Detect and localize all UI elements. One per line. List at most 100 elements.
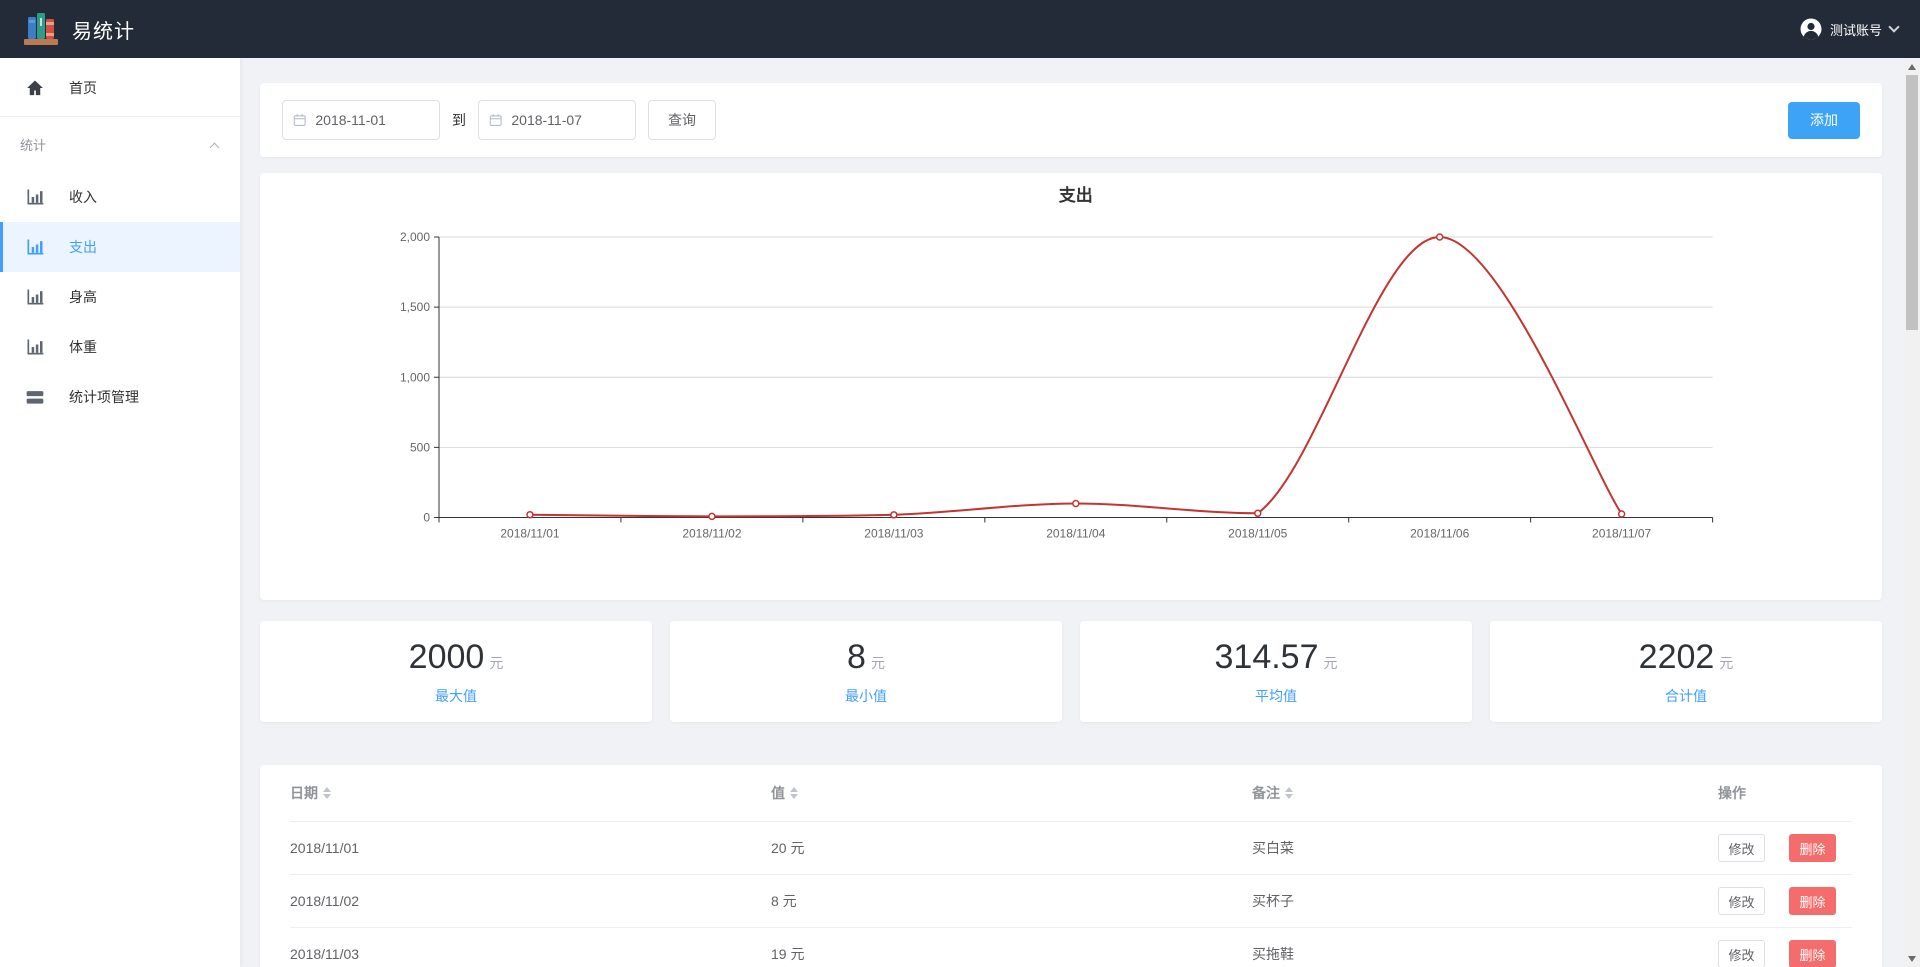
scroll-up-button[interactable] <box>1904 58 1920 75</box>
stat-value: 8 <box>847 638 866 676</box>
edit-button[interactable]: 修改 <box>1718 940 1765 967</box>
edit-button[interactable]: 修改 <box>1718 834 1765 862</box>
bar-chart-icon <box>25 337 45 357</box>
stat-label: 合计值 <box>1665 686 1707 706</box>
x-tick-label: 2018/11/02 <box>682 527 741 541</box>
sidebar-item-weight[interactable]: 体重 <box>0 322 240 372</box>
avatar-icon <box>1800 18 1822 40</box>
data-point <box>1073 500 1079 506</box>
calendar-icon <box>293 112 306 128</box>
calendar-icon <box>489 112 502 128</box>
user-name: 测试账号 <box>1830 20 1882 39</box>
stat-label: 最小值 <box>845 686 887 706</box>
x-tick-label: 2018/11/01 <box>500 527 559 541</box>
stat-card-total: 2202元 合计值 <box>1490 621 1882 722</box>
table-header-row: 日期 值 备注 操作 <box>290 765 1852 822</box>
col-header-actions: 操作 <box>1718 783 1852 803</box>
chart-card: 支出 0 500 1,000 1,500 2,000 2018/11/01 2018/11/0… <box>260 173 1882 600</box>
query-button[interactable]: 查询 <box>648 100 716 140</box>
sidebar: 首页 统计 收入 支出 身高 <box>0 58 240 967</box>
edit-button[interactable]: 修改 <box>1718 887 1765 915</box>
sidebar-item-height[interactable]: 身高 <box>0 272 240 322</box>
sidebar-item-label: 支出 <box>69 237 97 257</box>
x-tick-label: 2018/11/05 <box>1228 527 1287 541</box>
cell-value: 8 元 <box>771 891 1252 911</box>
sidebar-item-label: 身高 <box>69 287 97 307</box>
cell-note: 买拖鞋 <box>1252 944 1718 964</box>
stats-row: 2000元 最大值 8元 最小值 314.57元 平均值 2202元 合计值 <box>260 621 1882 722</box>
app-title: 易统计 <box>72 15 135 44</box>
stat-value: 2000 <box>409 638 485 676</box>
col-header-note[interactable]: 备注 <box>1252 783 1718 803</box>
data-point <box>527 512 533 518</box>
data-point <box>891 512 897 518</box>
stat-unit: 元 <box>871 655 885 671</box>
stat-card-min: 8元 最小值 <box>670 621 1062 722</box>
chevron-down-icon <box>1888 21 1899 32</box>
cell-date: 2018/11/02 <box>290 893 771 909</box>
toolbar: 到 查询 添加 <box>260 83 1882 157</box>
stat-unit: 元 <box>489 655 503 671</box>
delete-button[interactable]: 删除 <box>1789 887 1836 915</box>
sidebar-item-label: 收入 <box>69 187 97 207</box>
user-menu[interactable]: 测试账号 <box>1800 18 1898 40</box>
y-tick-label: 2,000 <box>400 230 430 244</box>
col-header-value[interactable]: 值 <box>771 783 1252 803</box>
date-to-field[interactable] <box>478 100 636 140</box>
delete-button[interactable]: 删除 <box>1789 834 1836 862</box>
stat-label: 平均值 <box>1255 686 1297 706</box>
sort-icon[interactable] <box>1285 787 1293 799</box>
col-header-date[interactable]: 日期 <box>290 783 771 803</box>
date-to-input[interactable] <box>511 112 625 128</box>
sort-icon[interactable] <box>790 787 798 799</box>
table-row: 2018/11/03 19 元 买拖鞋 修改 删除 <box>290 928 1852 967</box>
x-tick-label: 2018/11/07 <box>1592 527 1651 541</box>
cell-date: 2018/11/03 <box>290 946 771 962</box>
y-tick-label: 0 <box>423 511 430 525</box>
chart-title: 支出 <box>1059 185 1093 205</box>
stat-value: 2202 <box>1639 638 1715 676</box>
home-icon <box>25 78 45 98</box>
to-label: 到 <box>452 110 466 130</box>
cell-value: 19 元 <box>771 944 1252 964</box>
date-from-field[interactable] <box>282 100 440 140</box>
stat-unit: 元 <box>1324 655 1338 671</box>
scroll-thumb[interactable] <box>1906 75 1918 330</box>
header-bar: 易统计 测试账号 <box>0 0 1920 58</box>
date-from-input[interactable] <box>315 112 429 128</box>
stat-card-avg: 314.57 元 平均值 <box>1080 621 1472 722</box>
data-point <box>1255 510 1261 516</box>
table-row: 2018/11/01 20 元 买白菜 修改 删除 <box>290 822 1852 875</box>
list-icon <box>25 387 45 407</box>
bar-chart-icon <box>25 287 45 307</box>
scroll-down-button[interactable] <box>1904 950 1920 967</box>
sidebar-section-stats[interactable]: 统计 <box>0 117 240 172</box>
sidebar-item-label: 体重 <box>69 337 97 357</box>
cell-note: 买杯子 <box>1252 891 1718 911</box>
sidebar-item-home[interactable]: 首页 <box>0 63 240 113</box>
stat-value: 314.57 <box>1215 638 1319 676</box>
sidebar-item-manage[interactable]: 统计项管理 <box>0 372 240 422</box>
stat-label: 最大值 <box>435 686 477 706</box>
data-point <box>1619 511 1625 517</box>
expense-line-chart: 支出 0 500 1,000 1,500 2,000 2018/11/01 2018/11/0… <box>260 173 1882 600</box>
y-tick-label: 1,500 <box>400 300 430 314</box>
sidebar-item-income[interactable]: 收入 <box>0 172 240 222</box>
cell-note: 买白菜 <box>1252 838 1718 858</box>
x-tick-label: 2018/11/06 <box>1410 527 1469 541</box>
table-row: 2018/11/02 8 元 买杯子 修改 删除 <box>290 875 1852 928</box>
sidebar-item-label: 统计项管理 <box>69 387 139 407</box>
section-label: 统计 <box>20 135 46 154</box>
sort-icon[interactable] <box>323 787 331 799</box>
add-button[interactable]: 添加 <box>1788 102 1860 139</box>
app-logo-icon <box>22 10 60 48</box>
sidebar-item-expense[interactable]: 支出 <box>0 222 240 272</box>
line-series <box>530 237 1622 516</box>
y-tick-label: 500 <box>410 440 430 454</box>
data-point <box>709 513 715 519</box>
delete-button[interactable]: 删除 <box>1789 940 1836 967</box>
cell-date: 2018/11/01 <box>290 840 771 856</box>
chevron-up-icon <box>210 142 220 152</box>
scrollbar[interactable] <box>1904 58 1920 967</box>
y-tick-label: 1,000 <box>400 370 430 384</box>
